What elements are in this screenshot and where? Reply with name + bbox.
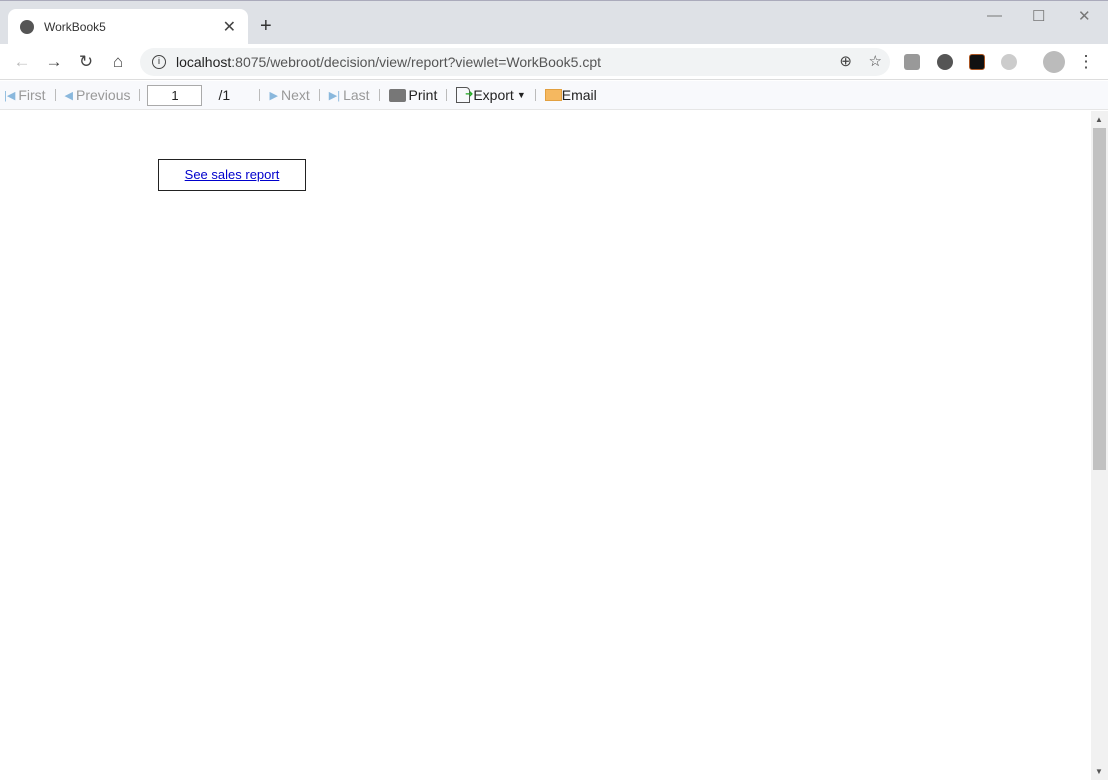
last-button[interactable]: ▶|Last [325,87,374,103]
report-toolbar: |◀First ◀Previous 1 /1 ▶ Next ▶|Last Prin… [0,81,1108,110]
export-label: Export [473,87,513,103]
print-label: Print [409,87,438,103]
scroll-up-icon[interactable]: ▲ [1095,115,1103,124]
previous-icon: ◀ [65,89,73,102]
scroll-down-icon[interactable]: ▼ [1095,767,1103,776]
url-host: localhost [176,54,231,70]
navigation-bar: ← → ↻ ⌂ i localhost:8075/webroot/decisio… [0,44,1108,80]
divider [535,89,536,101]
printer-icon [389,89,406,102]
report-cell: See sales report [158,159,306,191]
back-button[interactable]: ← [6,52,38,72]
page-total: /1 [218,87,254,103]
next-label: Next [281,87,310,103]
last-icon: ▶| [329,89,340,102]
close-tab-icon[interactable]: ✕ [223,17,236,37]
browser-tab[interactable]: WorkBook5 ✕ [8,9,248,45]
email-button[interactable]: Email [541,87,601,103]
divider [55,89,56,101]
divider [319,89,320,101]
title-bar: WorkBook5 ✕ + — ☐ ✕ [0,0,1108,44]
info-icon[interactable]: i [152,55,166,69]
divider [139,89,140,101]
reload-button[interactable]: ↻ [70,52,102,72]
divider [259,89,260,101]
maximize-button[interactable]: ☐ [1032,7,1045,25]
zoom-icon[interactable]: ⊕ [839,52,852,70]
first-icon: |◀ [4,89,15,102]
address-bar[interactable]: i localhost:8075/webroot/decision/view/r… [140,48,890,76]
home-button[interactable]: ⌂ [102,52,134,72]
acrobat-icon[interactable] [969,54,985,70]
forward-button[interactable]: → [38,52,70,72]
extension-icon[interactable] [904,54,920,70]
vertical-scrollbar[interactable]: ▲ ▼ [1091,111,1108,780]
last-label: Last [343,87,369,103]
report-content: See sales report [0,111,1091,780]
print-button[interactable]: Print [385,87,442,103]
menu-icon[interactable]: ⋮ [1070,52,1102,72]
page-number-input[interactable]: 1 [147,85,202,106]
extension-icon[interactable] [937,54,953,70]
next-icon: ▶ [269,89,277,102]
email-label: Email [562,87,597,103]
see-sales-report-link[interactable]: See sales report [185,167,280,182]
first-button[interactable]: |◀First [0,87,50,103]
envelope-icon [545,89,562,101]
first-label: First [18,87,45,103]
close-window-button[interactable]: ✕ [1078,7,1091,25]
scrollbar-thumb[interactable] [1093,128,1106,470]
extension-icon[interactable] [1001,54,1017,70]
globe-icon [20,20,34,34]
next-button[interactable]: ▶ Next [265,87,313,103]
previous-button[interactable]: ◀Previous [61,87,135,103]
export-button[interactable]: ➜Export ▼ [452,87,529,103]
tab-title: WorkBook5 [44,20,106,34]
profile-avatar[interactable] [1043,51,1065,73]
bookmark-star-icon[interactable]: ☆ [869,52,882,70]
new-tab-button[interactable]: + [260,15,272,38]
divider [446,89,447,101]
url-path: :8075/webroot/decision/view/report?viewl… [231,54,601,70]
divider [379,89,380,101]
minimize-button[interactable]: — [987,7,1002,24]
export-icon: ➜ [456,87,470,103]
previous-label: Previous [76,87,130,103]
dropdown-caret-icon: ▼ [517,90,526,100]
